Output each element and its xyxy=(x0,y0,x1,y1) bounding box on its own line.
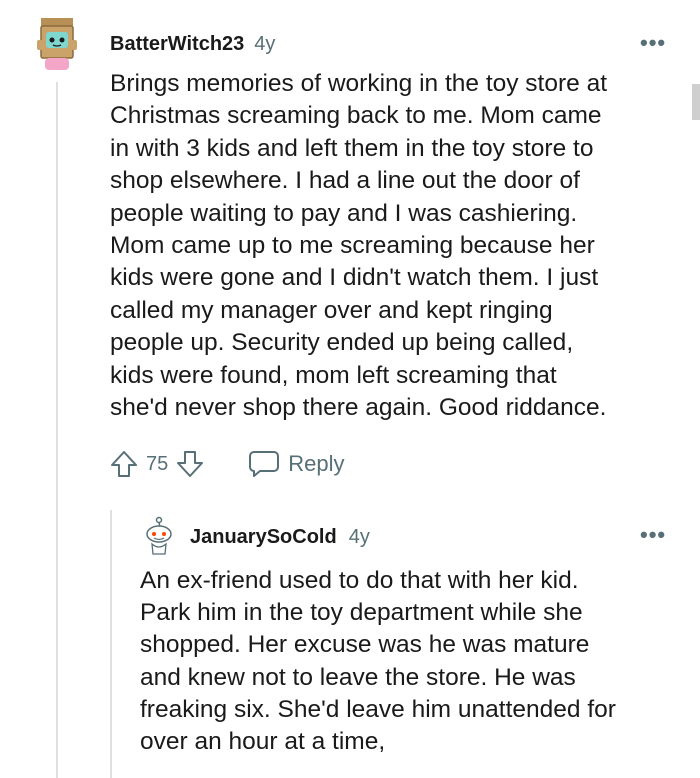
reply-body-line: Park him in the toy department while she xyxy=(140,599,583,627)
comment-body-line: people waiting to pay and I was cashieri… xyxy=(110,199,578,227)
reply-more-options-icon[interactable]: ••• xyxy=(640,522,666,548)
reply-avatar[interactable] xyxy=(143,516,175,556)
snoo-avatar-icon xyxy=(146,516,172,555)
reply-button[interactable]: Reply xyxy=(248,449,345,479)
comment-actions: 75 Reply xyxy=(108,447,345,481)
reply-body-line: freaking six. She'd leave him unattended… xyxy=(140,695,616,723)
reply-body-line: An ex-friend used to do that with her ki… xyxy=(140,567,579,594)
reply-body-line: over an hour at a time, xyxy=(140,728,386,756)
thread-line-nested xyxy=(110,510,112,778)
downvote-button[interactable] xyxy=(174,448,206,480)
reply-meta: JanuarySoCold 4y xyxy=(190,524,370,550)
reply-author[interactable]: JanuarySoCold xyxy=(190,526,337,549)
comment-body-line: kids were gone and I didn't watch them. … xyxy=(110,264,599,292)
vote-count: 75 xyxy=(146,452,169,475)
arrow-up-outline-icon xyxy=(111,451,137,477)
upvote-button[interactable] xyxy=(108,448,140,480)
comment-body-line: Brings memories of working in the toy st… xyxy=(110,70,608,97)
reply-body: An ex-friend used to do that with her ki… xyxy=(140,565,685,758)
reply-body-line: and knew not to leave the store. He was xyxy=(140,663,576,691)
comment-body: Brings memories of working in the toy st… xyxy=(110,68,685,424)
comment-body-line: she'd never shop there again. Good ridda… xyxy=(110,394,607,422)
arrow-down-outline-icon xyxy=(177,451,204,477)
speech-bubble-icon xyxy=(249,451,280,477)
reply-label: Reply xyxy=(288,451,345,476)
comment-body-line: people up. Security ended up being calle… xyxy=(110,329,574,357)
reply-body-line: shopped. Her excuse was he was mature xyxy=(140,631,590,659)
comment-author[interactable]: BatterWitch23 xyxy=(110,33,244,56)
comment-body-line: shop elsewhere. I had a line out the doo… xyxy=(110,167,580,195)
comment-body-line: kids were found, mom left screaming that xyxy=(110,361,557,389)
comment-body-line: Mom came up to me screaming because her xyxy=(110,232,595,260)
comment-meta: BatterWitch23 4y xyxy=(110,31,275,57)
box-character-avatar-icon xyxy=(37,18,77,70)
comment-avatar[interactable] xyxy=(33,16,81,72)
comment-body-line: in with 3 kids and left them in the toy … xyxy=(110,134,594,162)
thread-line xyxy=(56,82,58,778)
comment-body-line: called my manager over and kept ringing xyxy=(110,296,553,324)
more-options-icon[interactable]: ••• xyxy=(640,30,666,56)
reply-age: 4y xyxy=(348,525,370,548)
comment-body-line: Christmas screaming back to me. Mom came xyxy=(110,102,602,130)
scrollbar-thumb[interactable] xyxy=(692,84,700,120)
comment-age: 4y xyxy=(254,32,276,55)
